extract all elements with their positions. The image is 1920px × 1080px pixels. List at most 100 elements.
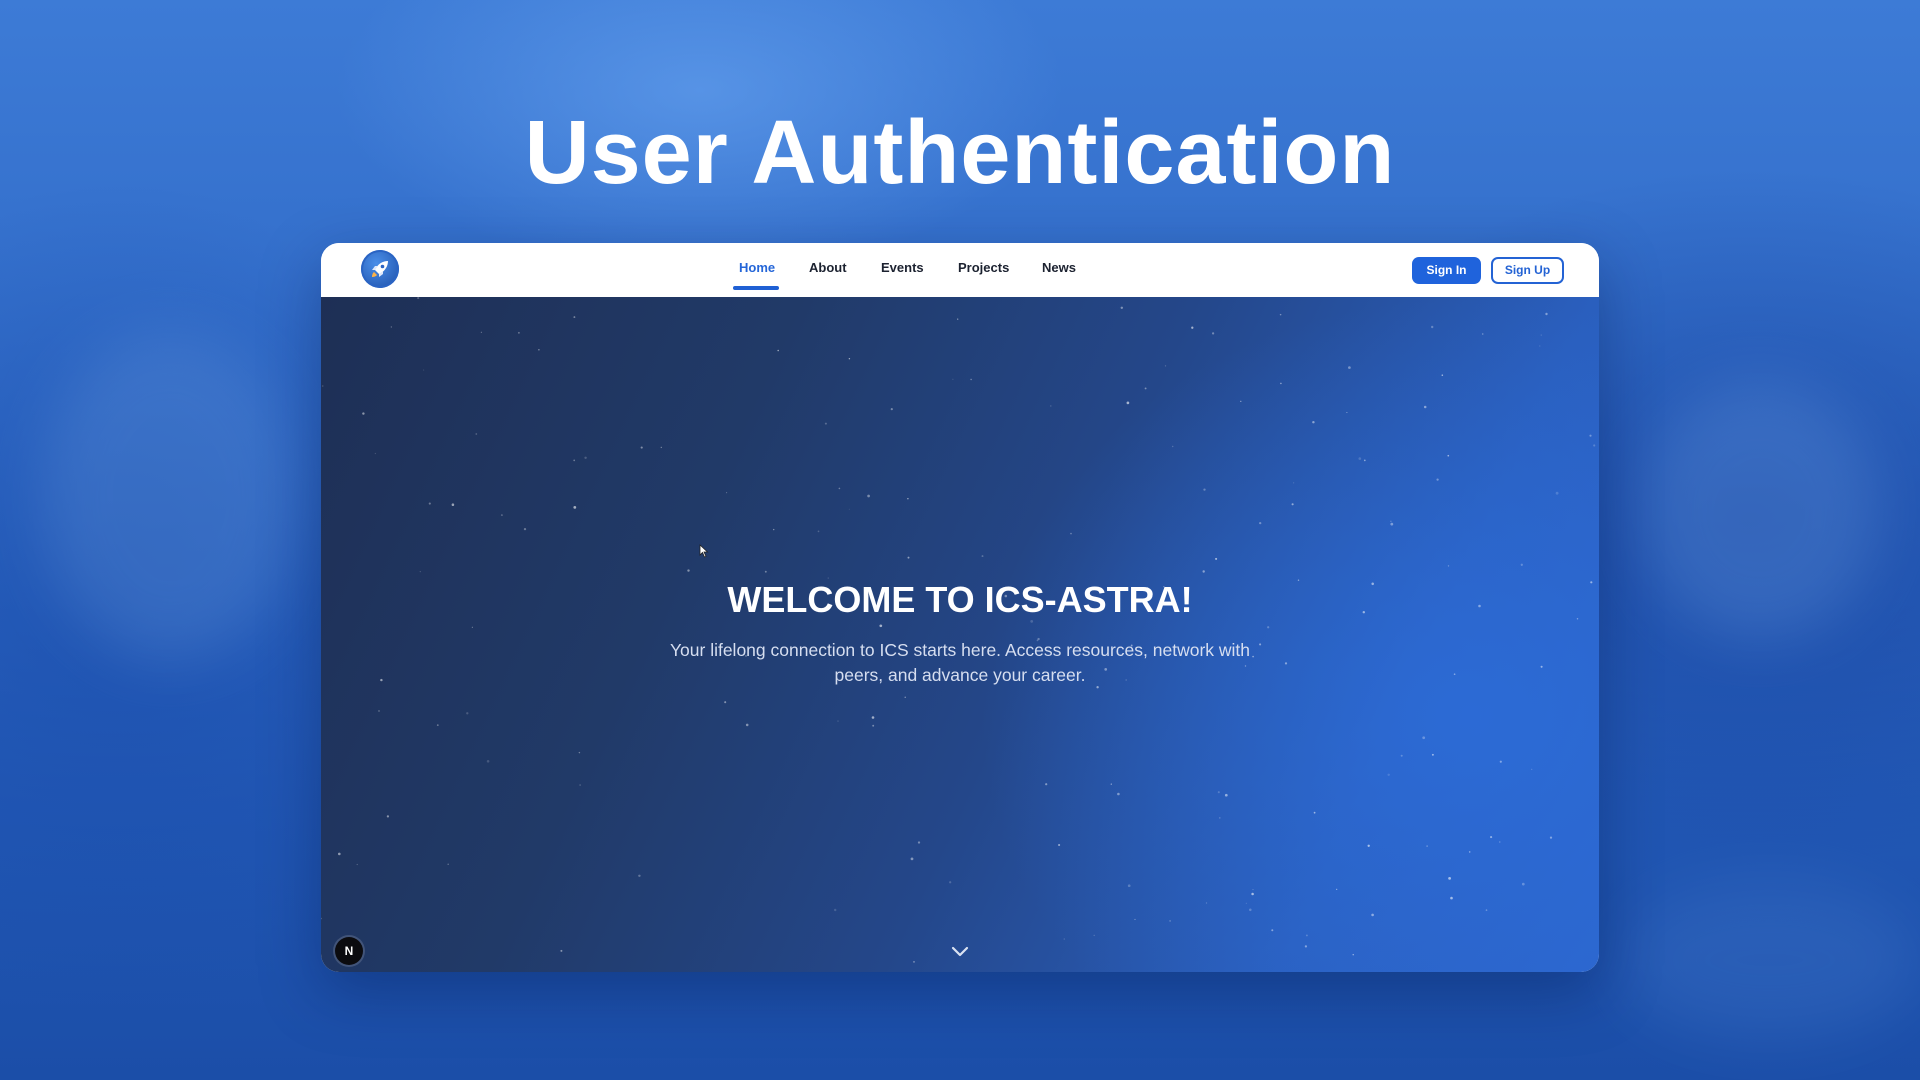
star-dot	[871, 716, 875, 719]
star-dot	[1576, 617, 1579, 620]
star-dot	[817, 530, 820, 533]
star-dot	[1448, 877, 1451, 880]
star-dot	[833, 908, 837, 912]
star-dot	[824, 422, 827, 425]
star-dot	[1058, 843, 1061, 847]
star-dot	[1348, 366, 1351, 369]
star-dot	[1313, 811, 1316, 814]
star-dot	[1251, 892, 1254, 896]
nav-item-home[interactable]: Home	[739, 260, 775, 275]
nav-item-news[interactable]: News	[1042, 260, 1076, 275]
star-dot	[764, 570, 767, 573]
star-dot	[1205, 902, 1208, 904]
sign-up-button[interactable]: Sign Up	[1491, 257, 1564, 284]
chevron-down-icon[interactable]	[948, 944, 972, 960]
star-dot	[745, 723, 749, 727]
star-dot	[1490, 836, 1493, 839]
star-dot	[1211, 332, 1215, 335]
star-dot	[362, 412, 365, 415]
hero-section: WELCOME TO ICS-ASTRA! Your lifelong conn…	[321, 297, 1599, 972]
star-dot	[573, 459, 576, 462]
star-dot	[1431, 753, 1434, 756]
star-dot	[640, 446, 643, 449]
star-dot	[1134, 918, 1136, 920]
star-dot	[579, 784, 581, 786]
star-dot	[1312, 420, 1315, 424]
star-dot	[1117, 792, 1120, 796]
background-blur-shape	[40, 330, 300, 660]
nav-item-events[interactable]: Events	[881, 260, 924, 275]
star-dot	[879, 624, 883, 628]
star-dot	[1219, 817, 1221, 819]
star-dot	[419, 570, 421, 573]
star-dot	[1593, 444, 1596, 447]
star-dot	[777, 349, 780, 352]
star-dot	[1520, 563, 1523, 566]
star-dot	[517, 331, 520, 334]
star-dot	[475, 433, 478, 435]
background-blur-shape	[1640, 380, 1880, 640]
star-dot	[356, 863, 358, 866]
nav-item-projects[interactable]: Projects	[958, 260, 1009, 275]
hero-subtitle: Your lifelong connection to ICS starts h…	[669, 640, 1251, 685]
nav-item-about[interactable]: About	[809, 260, 847, 275]
star-dot	[1240, 400, 1242, 402]
star-dot	[952, 378, 954, 380]
star-dot	[417, 297, 420, 300]
star-dot	[1426, 845, 1428, 847]
star-dot	[1390, 522, 1394, 526]
star-dot	[1447, 565, 1450, 567]
star-dot	[1045, 783, 1048, 786]
star-dot	[337, 852, 341, 856]
star-dot	[1110, 783, 1112, 785]
star-dot	[1030, 620, 1034, 623]
star-dot	[838, 487, 841, 490]
mouse-cursor-icon	[699, 544, 709, 558]
star-dot	[1164, 365, 1167, 367]
star-dot	[1363, 459, 1366, 462]
star-dot	[471, 626, 473, 628]
star-dot	[981, 555, 984, 558]
star-dot	[1450, 896, 1453, 900]
star-dot	[872, 724, 875, 727]
star-dot	[904, 696, 906, 698]
browser-window: Home About Events Projects News Sign In …	[321, 243, 1599, 972]
star-dot	[773, 528, 775, 531]
star-dot	[321, 385, 324, 387]
star-dot	[380, 678, 383, 682]
star-dot	[573, 506, 577, 509]
star-dot	[1271, 929, 1274, 932]
star-dot	[970, 378, 972, 381]
star-dot	[1352, 954, 1354, 956]
star-dot	[867, 494, 870, 498]
star-dot	[1305, 934, 1308, 937]
star-dot	[1297, 579, 1300, 581]
star-dot	[1203, 488, 1206, 491]
star-dot	[917, 841, 921, 844]
star-dot	[390, 326, 392, 328]
star-dot	[1499, 760, 1502, 763]
star-dot	[1336, 888, 1338, 891]
star-dot	[1387, 773, 1390, 777]
star-dot	[386, 815, 390, 818]
dev-tools-badge[interactable]: N	[335, 937, 363, 965]
nav-links: Home About Events Projects News	[321, 243, 1599, 297]
star-dot	[890, 408, 893, 411]
star-dot	[1120, 306, 1124, 310]
star-dot	[913, 961, 915, 963]
star-dot	[1259, 521, 1262, 525]
star-dot	[848, 357, 851, 360]
star-dot	[726, 492, 728, 494]
star-dot	[1545, 312, 1548, 316]
star-dot	[321, 917, 322, 920]
sign-in-button[interactable]: Sign In	[1412, 257, 1481, 284]
star-dot	[1531, 768, 1533, 771]
star-dot	[1252, 889, 1254, 891]
star-dot	[1217, 791, 1220, 794]
star-dot	[1144, 387, 1147, 390]
star-dot	[500, 514, 503, 517]
star-dot	[1215, 557, 1218, 560]
star-dot	[1284, 662, 1288, 665]
star-dot	[1481, 333, 1484, 335]
star-dot	[1202, 570, 1205, 573]
